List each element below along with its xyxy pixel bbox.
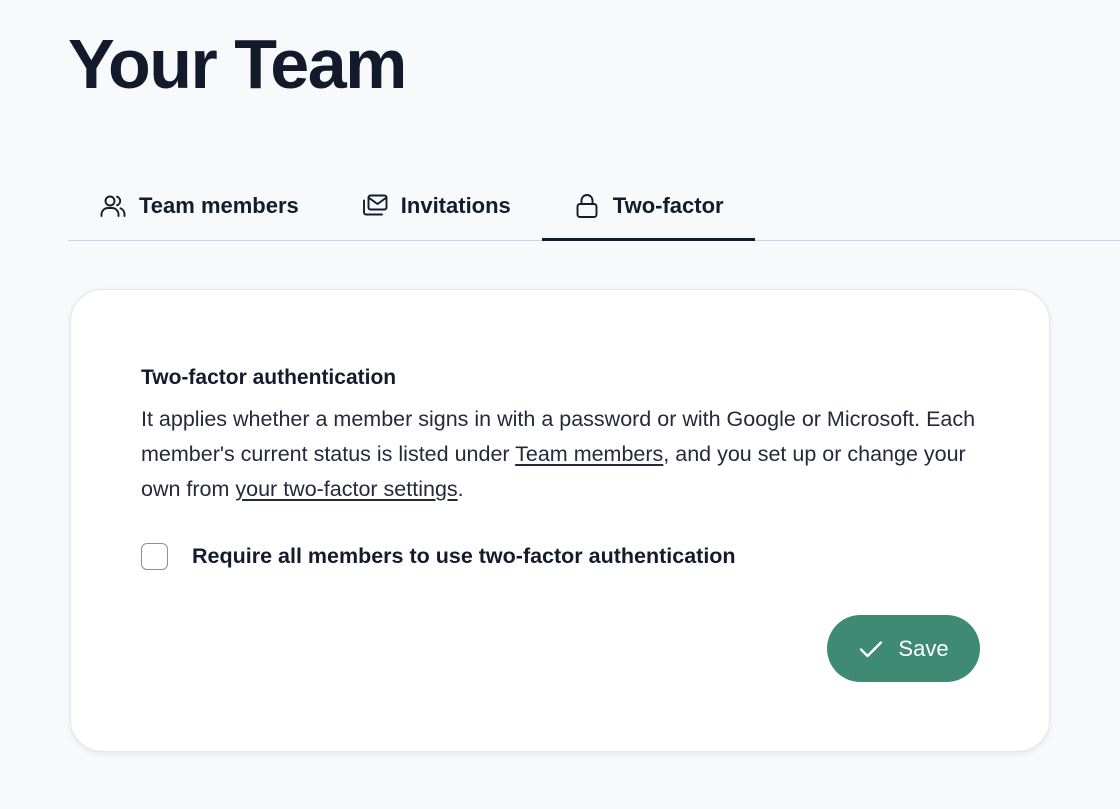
mail-stack-icon	[361, 192, 389, 220]
section-heading: Two-factor authentication	[141, 366, 397, 389]
users-icon	[99, 192, 127, 220]
require-two-factor-checkbox[interactable]	[141, 543, 168, 570]
section-description: It applies whether a member signs in wit…	[141, 402, 1001, 507]
tab-bar: Team members Invitations Two-factor	[68, 170, 1120, 241]
tab-invitations[interactable]: Invitations	[330, 170, 542, 241]
tab-label: Invitations	[400, 192, 511, 218]
two-factor-card: Two-factor authentication It applies whe…	[70, 289, 1050, 752]
tab-label: Two-factor	[612, 192, 724, 218]
two-factor-settings-link[interactable]: your two-factor settings	[235, 477, 457, 501]
tab-team-members[interactable]: Team members	[68, 170, 330, 241]
check-icon	[858, 636, 884, 662]
page-title: Your Team	[68, 25, 407, 103]
page: Your Team Team members Invitations Two-f…	[0, 0, 1120, 809]
tab-two-factor[interactable]: Two-factor	[541, 170, 755, 241]
save-button[interactable]: Save	[827, 615, 980, 682]
description-text: .	[457, 477, 464, 501]
team-members-link[interactable]: Team members	[515, 442, 663, 466]
lock-icon	[573, 192, 601, 220]
require-two-factor-label: Require all members to use two-factor au…	[192, 544, 736, 568]
save-button-label: Save	[898, 635, 949, 661]
tab-label: Team members	[139, 192, 299, 218]
require-two-factor-row[interactable]: Require all members to use two-factor au…	[141, 543, 736, 570]
